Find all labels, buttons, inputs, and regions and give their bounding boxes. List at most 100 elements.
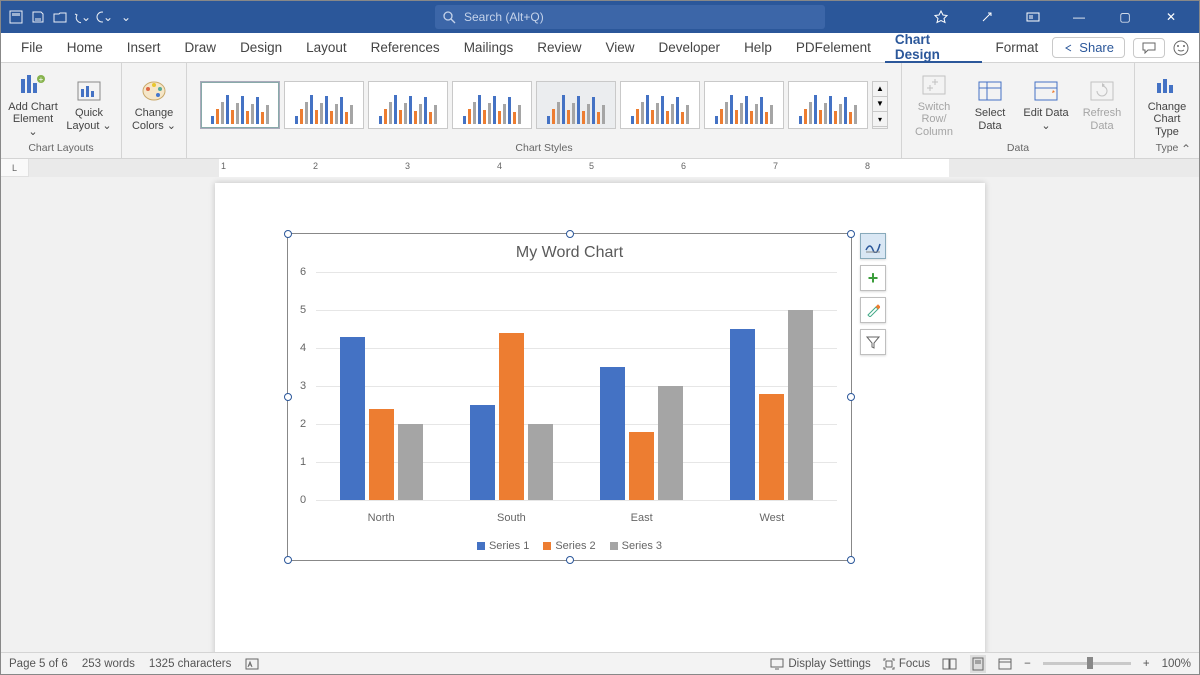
group-label-chart-layouts: Chart Layouts xyxy=(28,142,93,156)
comments-icon[interactable] xyxy=(1133,38,1165,58)
horizontal-ruler[interactable]: 12345678 xyxy=(29,159,1199,177)
chart-style-thumb[interactable] xyxy=(452,81,532,129)
chart-bar[interactable] xyxy=(788,310,813,500)
close-button[interactable]: ✕ xyxy=(1149,1,1193,33)
legend-item[interactable]: Series 2 xyxy=(543,540,595,552)
focus-button[interactable]: Focus xyxy=(883,658,930,670)
chart-style-thumb[interactable] xyxy=(620,81,700,129)
chart-plot-area[interactable]: 0123456NorthSouthEastWest xyxy=(316,272,837,500)
resize-handle[interactable] xyxy=(847,556,855,564)
chart-style-thumb[interactable] xyxy=(368,81,448,129)
read-mode-icon[interactable] xyxy=(942,658,958,670)
chart-bar[interactable] xyxy=(340,337,365,500)
tab-review[interactable]: Review xyxy=(527,33,591,63)
tab-pdfelement[interactable]: PDFelement xyxy=(786,33,881,63)
share-button[interactable]: Share xyxy=(1052,37,1125,58)
layout-options-button[interactable] xyxy=(860,233,886,259)
resize-handle[interactable] xyxy=(847,230,855,238)
chart-legend[interactable]: Series 1 Series 2 Series 3 xyxy=(288,540,851,552)
tab-chart-design[interactable]: Chart Design xyxy=(885,33,982,63)
chart-style-thumb[interactable] xyxy=(788,81,868,129)
coming-soon-icon[interactable] xyxy=(965,1,1009,33)
resize-handle[interactable] xyxy=(847,393,855,401)
feedback-icon[interactable] xyxy=(1173,40,1189,56)
tab-insert[interactable]: Insert xyxy=(117,33,171,63)
zoom-in-button[interactable]: + xyxy=(1143,658,1150,670)
tab-developer[interactable]: Developer xyxy=(649,33,731,63)
chart-styles-button[interactable] xyxy=(860,297,886,323)
undo-icon[interactable]: ⌄ xyxy=(73,8,91,26)
select-data-button[interactable]: Select Data xyxy=(964,69,1016,141)
chart-bar[interactable] xyxy=(658,386,683,500)
autosave-icon[interactable] xyxy=(7,8,25,26)
redo-icon[interactable]: ⌄ xyxy=(95,8,113,26)
chart-filters-button[interactable] xyxy=(860,329,886,355)
tab-format[interactable]: Format xyxy=(986,33,1049,63)
tab-view[interactable]: View xyxy=(595,33,644,63)
resize-handle[interactable] xyxy=(284,556,292,564)
legend-item[interactable]: Series 1 xyxy=(477,540,529,552)
document-page[interactable]: My Word Chart 0123456NorthSouthEastWest … xyxy=(215,183,985,652)
premium-icon[interactable] xyxy=(919,1,963,33)
change-chart-type-button[interactable]: Change Chart Type xyxy=(1141,69,1193,141)
zoom-out-button[interactable]: − xyxy=(1024,658,1031,670)
resize-handle[interactable] xyxy=(566,556,574,564)
legend-item[interactable]: Series 3 xyxy=(610,540,662,552)
chart-style-thumb[interactable] xyxy=(536,81,616,129)
chart-bar[interactable] xyxy=(470,405,495,500)
tab-draw[interactable]: Draw xyxy=(175,33,227,63)
chart-bar[interactable] xyxy=(600,367,625,500)
tab-layout[interactable]: Layout xyxy=(296,33,357,63)
ribbon: +Add Chart Element ⌄ Quick Layout ⌄ Char… xyxy=(1,63,1199,159)
tab-design[interactable]: Design xyxy=(230,33,292,63)
display-settings-button[interactable]: Display Settings xyxy=(770,658,870,670)
zoom-slider[interactable] xyxy=(1043,662,1131,665)
chart-bar[interactable] xyxy=(369,409,394,500)
collapse-ribbon-icon[interactable]: ⌃ xyxy=(1181,142,1191,156)
chart-float-buttons: + xyxy=(860,233,886,355)
chart-bar[interactable] xyxy=(730,329,755,500)
y-axis-tick: 5 xyxy=(300,304,306,316)
tab-mailings[interactable]: Mailings xyxy=(454,33,524,63)
tab-file[interactable]: File xyxy=(11,33,53,63)
chart-elements-button[interactable]: + xyxy=(860,265,886,291)
document-area: My Word Chart 0123456NorthSouthEastWest … xyxy=(1,177,1199,652)
print-layout-icon[interactable] xyxy=(970,655,986,673)
ribbon-mode-icon[interactable] xyxy=(1011,1,1055,33)
spellcheck-icon[interactable] xyxy=(245,657,261,671)
resize-handle[interactable] xyxy=(284,393,292,401)
qat-more-icon[interactable]: ⌄ xyxy=(117,8,135,26)
chart-bar[interactable] xyxy=(398,424,423,500)
zoom-level[interactable]: 100% xyxy=(1162,658,1191,670)
group-label-type: Type xyxy=(1156,142,1179,156)
tab-help[interactable]: Help xyxy=(734,33,782,63)
open-icon[interactable] xyxy=(51,8,69,26)
change-colors-button[interactable]: Change Colors ⌄ xyxy=(128,69,180,141)
word-count[interactable]: 253 words xyxy=(82,658,135,670)
add-chart-element-button[interactable]: +Add Chart Element ⌄ xyxy=(7,69,59,141)
tab-home[interactable]: Home xyxy=(57,33,113,63)
char-count[interactable]: 1325 characters xyxy=(149,658,231,670)
edit-data-button[interactable]: Edit Data ⌄ xyxy=(1020,69,1072,141)
chart-title[interactable]: My Word Chart xyxy=(288,234,851,268)
chart-object[interactable]: My Word Chart 0123456NorthSouthEastWest … xyxy=(287,233,852,561)
chart-bar[interactable] xyxy=(629,432,654,500)
chart-style-thumb[interactable] xyxy=(200,81,280,129)
chart-bar[interactable] xyxy=(499,333,524,500)
web-layout-icon[interactable] xyxy=(998,658,1012,670)
search-box[interactable]: Search (Alt+Q) xyxy=(435,5,825,29)
tab-references[interactable]: References xyxy=(361,33,450,63)
resize-handle[interactable] xyxy=(284,230,292,238)
chart-style-thumb[interactable] xyxy=(704,81,784,129)
chart-style-thumb[interactable] xyxy=(284,81,364,129)
search-icon xyxy=(443,11,456,24)
minimize-button[interactable]: ― xyxy=(1057,1,1101,33)
maximize-button[interactable]: ▢ xyxy=(1103,1,1147,33)
resize-handle[interactable] xyxy=(566,230,574,238)
page-indicator[interactable]: Page 5 of 6 xyxy=(9,658,68,670)
quick-layout-button[interactable]: Quick Layout ⌄ xyxy=(63,69,115,141)
gallery-scroll[interactable]: ▲▼▾ xyxy=(872,81,888,129)
chart-bar[interactable] xyxy=(528,424,553,500)
chart-bar[interactable] xyxy=(759,394,784,500)
save-icon[interactable] xyxy=(29,8,47,26)
